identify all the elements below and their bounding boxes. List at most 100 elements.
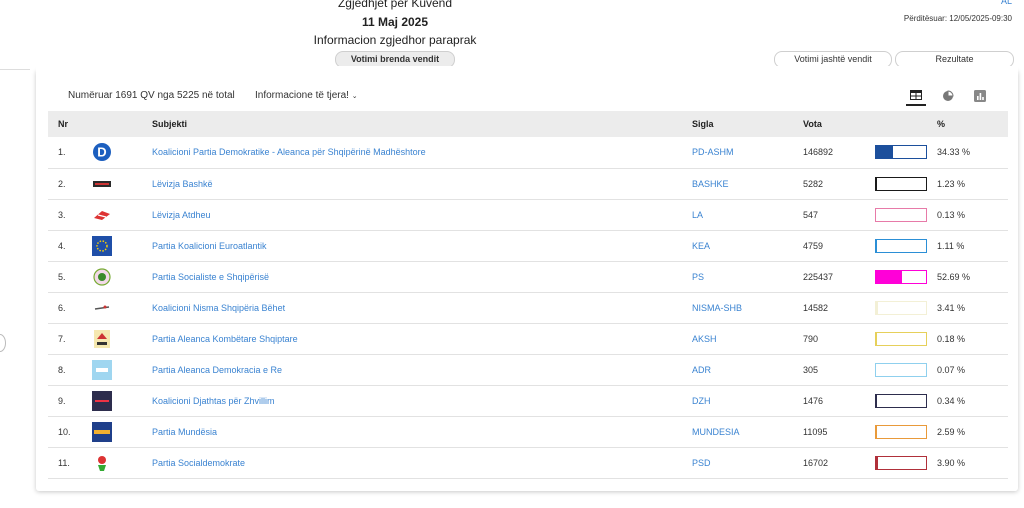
col-nr: Nr	[58, 119, 69, 129]
vote-share-bar	[875, 331, 927, 346]
language-switch[interactable]: AL	[1001, 0, 1012, 6]
vote-count: 5282	[803, 178, 824, 189]
party-logo-cell: D	[90, 137, 152, 168]
party-name-link[interactable]: Partia Socialiste e Shqipërisë	[152, 261, 692, 292]
party-abbreviation[interactable]: LA	[692, 199, 803, 230]
vote-share-bar	[875, 362, 927, 377]
row-number: 4.	[58, 240, 66, 251]
bashke-logo	[92, 174, 112, 194]
col-percent: %	[937, 119, 946, 129]
vote-share-bar-cell	[875, 447, 937, 478]
party-name-link[interactable]: Partia Mundësia	[152, 416, 692, 447]
party-logo-cell	[90, 292, 152, 323]
vote-count: 14582	[803, 302, 829, 313]
vote-percent: 1.23 %	[937, 178, 966, 189]
party-logo-cell	[90, 261, 152, 292]
party-name-link[interactable]: Lëvizja Atdheu	[152, 199, 692, 230]
row-number: 6.	[58, 302, 66, 313]
ps-logo	[92, 267, 112, 287]
party-name-link[interactable]: Koalicioni Djathtas për Zhvillim	[152, 385, 692, 416]
dzh-logo	[92, 390, 112, 411]
pie-chart-icon[interactable]	[938, 86, 958, 106]
party-abbreviation[interactable]: PS	[692, 261, 803, 292]
vote-share-bar	[875, 455, 927, 470]
table-row: 6. Koalicioni Nisma Shqipëria Bëhet NISM…	[48, 292, 1008, 323]
row-number: 1.	[58, 147, 66, 158]
vote-share-bar	[875, 424, 927, 439]
table-row: 9. Koalicioni Djathtas për Zhvillim DZH …	[48, 385, 1008, 416]
party-name-link[interactable]: Partia Koalicioni Euroatlantik	[152, 230, 692, 261]
party-abbreviation[interactable]: DZH	[692, 385, 803, 416]
party-logo-cell	[90, 230, 152, 261]
party-logo-cell	[90, 323, 152, 354]
kea-logo	[92, 235, 112, 256]
row-number: 7.	[58, 333, 66, 344]
vote-share-fill	[876, 425, 878, 438]
party-abbreviation[interactable]: AKSH	[692, 323, 803, 354]
vote-percent: 0.34 %	[937, 395, 966, 406]
row-number: 9.	[58, 395, 66, 406]
vote-percent: 0.07 %	[937, 364, 966, 375]
table-view-icon[interactable]	[906, 86, 926, 106]
vote-percent: 3.41 %	[937, 302, 966, 313]
party-logo-cell	[90, 385, 152, 416]
vote-share-bar	[875, 176, 927, 191]
counted-stations: Numëruar 1691 QV nga 5225 në total	[68, 90, 235, 101]
view-switcher	[898, 86, 998, 108]
adr-logo	[92, 359, 112, 380]
party-abbreviation[interactable]: KEA	[692, 230, 803, 261]
col-logo	[90, 111, 152, 137]
party-name-link[interactable]: Lëvizja Bashkë	[152, 168, 692, 199]
page-subtitle: Informacion zgjedhor paraprak	[313, 33, 477, 47]
table-row: 4. Partia Koalicioni Euroatlantik KEA 47…	[48, 230, 1008, 261]
vote-percent: 0.13 %	[937, 209, 966, 220]
vote-count: 1476	[803, 395, 824, 406]
vote-percent: 52.69 %	[937, 271, 971, 282]
bar-chart-icon[interactable]	[970, 86, 990, 106]
psd-logo	[92, 453, 112, 473]
vote-percent: 34.33 %	[937, 147, 971, 158]
election-date: 11 Maj 2025	[361, 15, 429, 29]
vote-share-fill	[876, 270, 903, 283]
vote-share-fill	[876, 239, 877, 252]
vote-percent: 2.59 %	[937, 426, 966, 437]
table-row: 7. Partia Aleanca Kombëtare Shqiptare AK…	[48, 323, 1008, 354]
col-bar	[875, 111, 937, 137]
party-name-link[interactable]: Koalicioni Partia Demokratike - Aleanca …	[152, 137, 692, 168]
vote-count: 4759	[803, 240, 824, 251]
party-abbreviation[interactable]: PSD	[692, 447, 803, 478]
table-row: 2. Lëvizja Bashkë BASHKE 5282 1.23 %	[48, 168, 1008, 199]
la-logo	[92, 205, 112, 225]
party-logo-cell	[90, 447, 152, 478]
party-name-link[interactable]: Partia Aleanca Kombëtare Shqiptare	[152, 323, 692, 354]
vote-share-bar-cell	[875, 323, 937, 354]
vote-share-bar-cell	[875, 292, 937, 323]
party-name-link[interactable]: Partia Aleanca Demokracia e Re	[152, 354, 692, 385]
side-edge-icon	[0, 334, 6, 352]
party-name-link[interactable]: Partia Socialdemokrate	[152, 447, 692, 478]
party-abbreviation[interactable]: ADR	[692, 354, 803, 385]
party-logo-cell	[90, 416, 152, 447]
aksh-logo	[92, 329, 112, 349]
party-name-link[interactable]: Koalicioni Nisma Shqipëria Bëhet	[152, 292, 692, 323]
row-number: 2.	[58, 178, 66, 189]
table-header-row: Nr Subjekti Sigla Vota %	[48, 111, 1008, 137]
vote-share-fill	[876, 456, 878, 469]
vote-count: 305	[803, 364, 819, 375]
vote-percent: 3.90 %	[937, 457, 966, 468]
last-updated: Përditësuar: 12/05/2025-09:30	[903, 14, 1012, 23]
vote-percent: 1.11 %	[937, 240, 965, 251]
party-logo-cell	[90, 354, 152, 385]
vote-share-bar	[875, 300, 927, 315]
vote-share-bar	[875, 207, 927, 222]
more-info-dropdown[interactable]: Informacione të tjera! ⌄	[255, 90, 358, 101]
table-row: 8. Partia Aleanca Demokracia e Re ADR 30…	[48, 354, 1008, 385]
vote-share-bar-cell	[875, 416, 937, 447]
party-abbreviation[interactable]: BASHKE	[692, 168, 803, 199]
vote-share-bar-cell	[875, 354, 937, 385]
vote-share-bar	[875, 393, 927, 408]
party-abbreviation[interactable]: MUNDESIA	[692, 416, 803, 447]
page-header: Zgjedhjet për Kuvend 11 Maj 2025 Informa…	[0, 0, 1024, 70]
party-abbreviation[interactable]: PD-ASHM	[692, 137, 803, 168]
party-abbreviation[interactable]: NISMA-SHB	[692, 292, 803, 323]
